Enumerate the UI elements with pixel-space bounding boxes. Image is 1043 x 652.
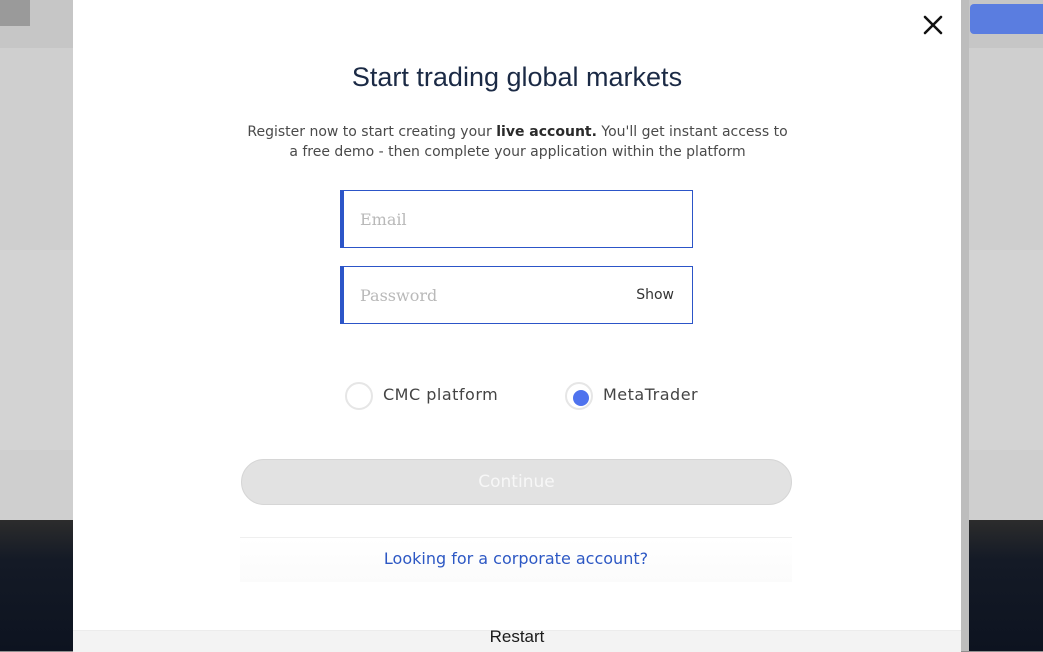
- background-button: [970, 4, 1043, 34]
- radio-label: MetaTrader: [603, 385, 699, 404]
- corporate-account-section: Looking for a corporate account?: [240, 537, 792, 582]
- close-button[interactable]: [918, 10, 948, 40]
- radio-selected-icon: [565, 382, 593, 410]
- radio-label: CMC platform: [383, 385, 499, 404]
- intro-text-start: Register now to start creating your: [247, 124, 497, 140]
- continue-button[interactable]: Continue: [241, 459, 792, 505]
- intro-text: Register now to start creating your live…: [245, 122, 790, 162]
- close-icon: [923, 15, 943, 35]
- intro-text-bold: live account.: [496, 124, 597, 140]
- modal-scrollbar[interactable]: [961, 0, 969, 651]
- email-input[interactable]: [360, 191, 620, 247]
- restart-button[interactable]: Restart: [73, 627, 961, 647]
- password-input[interactable]: [360, 267, 620, 323]
- email-field: [340, 190, 693, 248]
- radio-dot: [573, 390, 589, 406]
- background-logo: [0, 0, 30, 26]
- corporate-account-link[interactable]: Looking for a corporate account?: [240, 549, 792, 568]
- password-field: Show: [340, 266, 693, 324]
- radio-unselected-icon: [345, 382, 373, 410]
- show-password-button[interactable]: Show: [636, 287, 674, 303]
- modal-title: Start trading global markets: [351, 62, 683, 92]
